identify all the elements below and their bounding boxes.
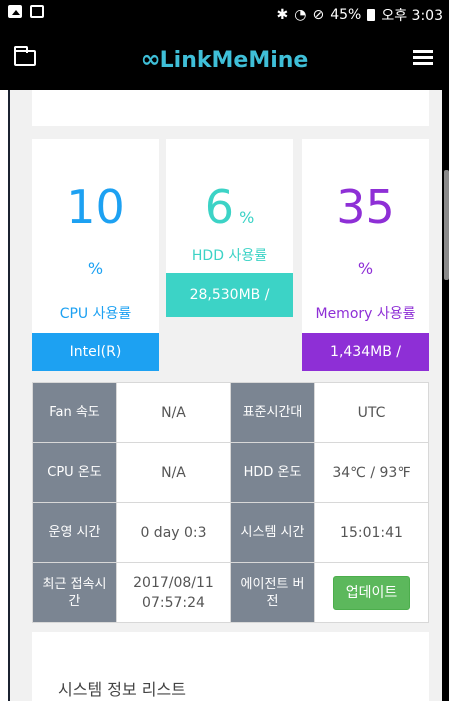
wifi-icon: ◔ <box>294 7 307 23</box>
memory-usage-value: 35 <box>336 180 395 234</box>
clock: 오후 3:03 <box>381 8 443 24</box>
cpu-temp-value: N/A <box>116 442 231 503</box>
timezone-value: UTC <box>314 382 429 443</box>
memory-usage-label: Memory 사용률 <box>315 306 416 322</box>
timezone-label: 표준시간대 <box>230 382 315 443</box>
system-info-table: Fan 속도 N/A 표준시간대 UTC CPU 온도 N/A HDD 온도 3… <box>32 382 429 623</box>
hdd-temp-label: HDD 온도 <box>230 442 315 503</box>
scrollbar-thumb[interactable] <box>444 170 449 280</box>
fan-speed-label: Fan 속도 <box>32 382 117 443</box>
app-header: ∞LinkMeMine <box>0 28 449 90</box>
status-bar: ✱ ◔ ⊘ 45% 오후 3:03 <box>0 0 449 28</box>
table-row: CPU 온도 N/A HDD 온도 34℃ / 93℉ <box>32 442 429 503</box>
cpu-usage-label: CPU 사용률 <box>59 306 132 322</box>
battery-icon <box>367 9 376 21</box>
app-logo: ∞LinkMeMine <box>0 45 449 73</box>
last-connection-time: 07:57:24 <box>142 594 205 611</box>
last-connection-label: 최근 접속시간 <box>32 562 117 623</box>
hdd-usage-card: 6 % HDD 사용률 28,530MB / <box>166 139 293 317</box>
cpu-temp-label: CPU 온도 <box>32 442 117 503</box>
table-row: Fan 속도 N/A 표준시간대 UTC <box>32 382 429 443</box>
last-connection-value: 2017/08/11 07:57:24 <box>116 562 231 623</box>
system-time-label: 시스템 시간 <box>230 502 315 563</box>
hdd-usage-value: 6 % <box>204 180 255 234</box>
dnd-icon: ⊘ <box>312 7 325 23</box>
system-time-value: 15:01:41 <box>314 502 429 563</box>
agent-version-label: 에이전트 버전 <box>230 562 315 623</box>
bluetooth-icon: ✱ <box>276 7 289 23</box>
agent-version-cell: 업데이트 <box>314 562 429 623</box>
update-button[interactable]: 업데이트 <box>332 575 411 610</box>
list-menu-icon[interactable] <box>413 50 433 66</box>
hdd-usage-label: HDD 사용률 <box>191 248 268 264</box>
memory-usage-card: 35 % Memory 사용률 1,434MB / <box>302 139 429 371</box>
left-edge <box>8 90 10 701</box>
fan-speed-value: N/A <box>116 382 231 443</box>
cpu-model: Intel(R) <box>32 333 159 371</box>
cpu-usage-unit: % <box>87 259 104 278</box>
summary-card <box>32 90 429 126</box>
table-row: 최근 접속시간 2017/08/11 07:57:24 에이전트 버전 업데이트 <box>32 562 429 623</box>
gallery-notification-icon <box>8 5 22 18</box>
battery-percent: 45% <box>330 7 362 23</box>
system-info-list-card: 시스템 정보 리스트 <box>32 632 429 701</box>
memory-capacity: 1,434MB / <box>302 333 429 371</box>
logo-text: LinkMeMine <box>159 48 309 73</box>
hdd-capacity: 28,530MB / <box>166 273 293 317</box>
uptime-label: 운영 시간 <box>32 502 117 563</box>
hdd-usage-unit: % <box>239 208 255 227</box>
infinity-logo-icon: ∞ <box>140 45 161 73</box>
table-row: 운영 시간 0 day 0:3 시스템 시간 15:01:41 <box>32 502 429 563</box>
uptime-value: 0 day 0:3 <box>116 502 231 563</box>
hdd-temp-value: 34℃ / 93℉ <box>314 442 429 503</box>
cpu-usage-card: 10 % CPU 사용률 Intel(R) <box>32 139 159 371</box>
memory-usage-unit: % <box>357 259 374 278</box>
check-notification-icon <box>30 5 44 18</box>
system-info-list-title: 시스템 정보 리스트 <box>58 680 186 699</box>
last-connection-date: 2017/08/11 <box>133 574 214 591</box>
cpu-usage-value: 10 <box>66 180 125 234</box>
